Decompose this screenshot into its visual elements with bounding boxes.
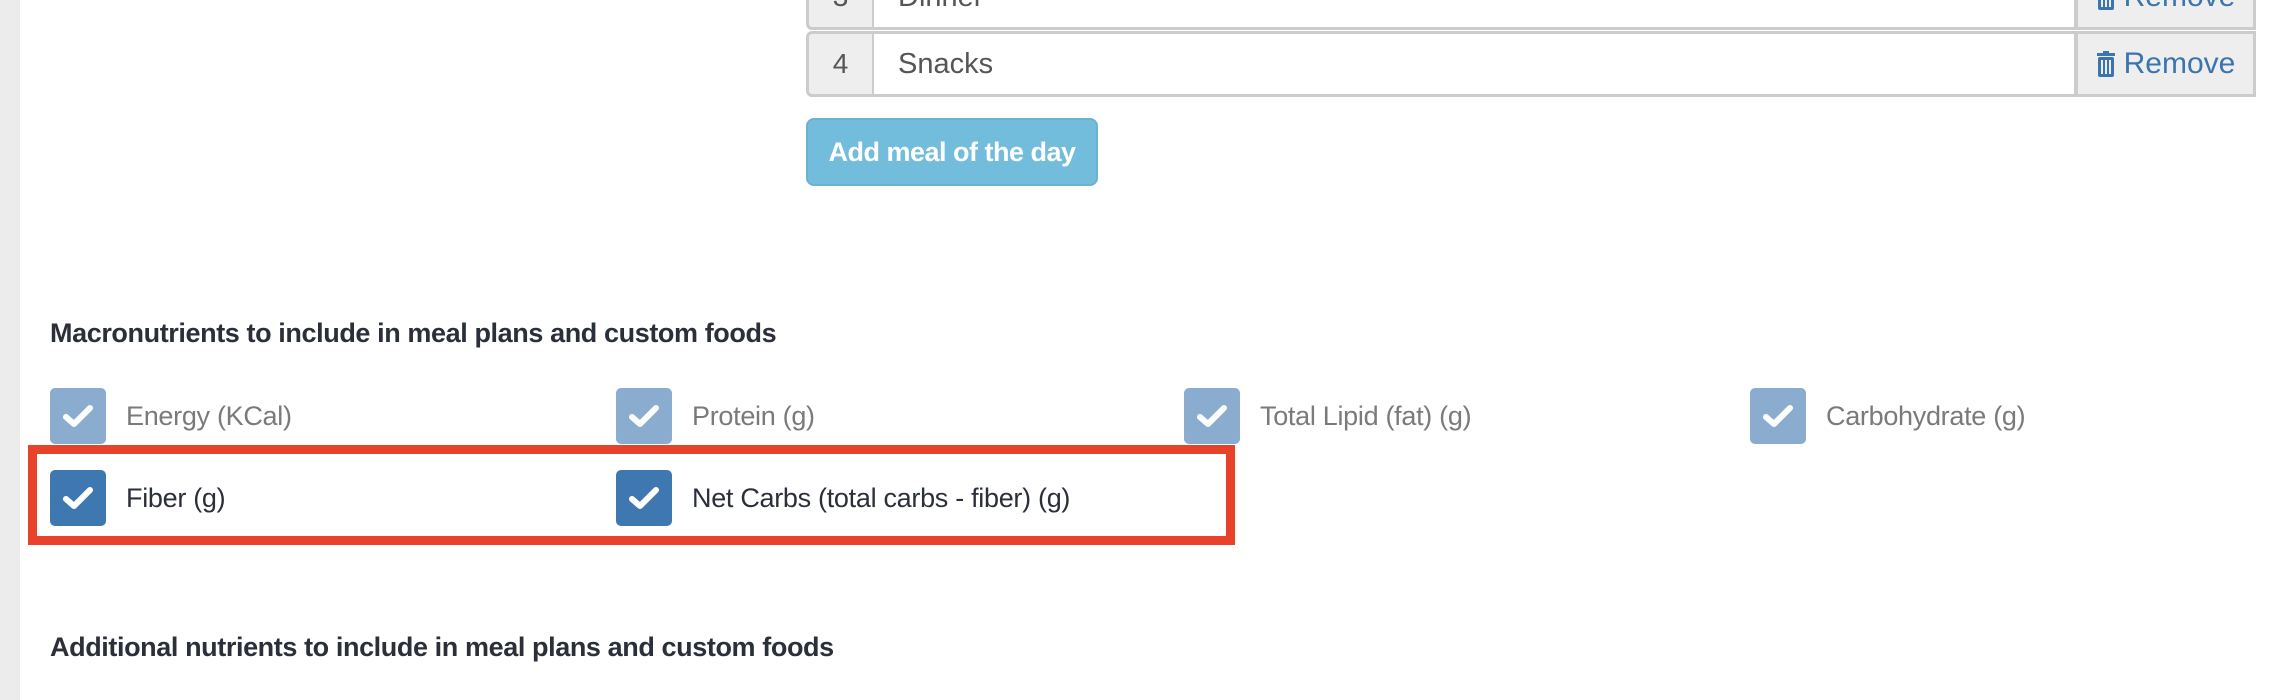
meal-name-input[interactable]: Dinner	[874, 0, 2074, 30]
checkbox-label: Fiber (g)	[126, 482, 226, 513]
checkbox-label: Protein (g)	[692, 400, 815, 431]
remove-label: Remove	[2124, 0, 2236, 14]
remove-meal-button[interactable]: Remove	[2074, 0, 2256, 30]
meal-row: 4 Snacks Remove	[806, 31, 2256, 97]
meal-row: 3 Dinner Remove	[806, 0, 2256, 30]
checkmark-icon	[50, 470, 106, 526]
checkmark-icon	[1750, 388, 1806, 444]
checkbox-protein[interactable]: Protein (g)	[616, 388, 815, 444]
checkbox-label: Net Carbs (total carbs - fiber) (g)	[692, 482, 1071, 513]
checkbox-total-lipid[interactable]: Total Lipid (fat) (g)	[1184, 388, 1472, 444]
left-sidebar-edge	[0, 0, 20, 700]
macronutrients-heading: Macronutrients to include in meal plans …	[50, 318, 777, 348]
checkbox-label: Carbohydrate (g)	[1826, 400, 2026, 431]
checkbox-energy[interactable]: Energy (KCal)	[50, 388, 292, 444]
trash-icon	[2096, 51, 2116, 77]
meal-name-input[interactable]: Snacks	[874, 31, 2074, 97]
checkbox-label: Total Lipid (fat) (g)	[1260, 400, 1472, 431]
checkmark-icon	[616, 470, 672, 526]
checkmark-icon	[616, 388, 672, 444]
checkbox-net-carbs[interactable]: Net Carbs (total carbs - fiber) (g)	[616, 470, 1070, 526]
checkbox-carbohydrate[interactable]: Carbohydrate (g)	[1750, 388, 2026, 444]
remove-label: Remove	[2123, 47, 2236, 80]
additional-nutrients-heading: Additional nutrients to include in meal …	[50, 632, 834, 662]
checkmark-icon	[50, 388, 106, 444]
meal-number: 4	[806, 31, 874, 97]
trash-icon	[2096, 0, 2116, 10]
checkmark-icon	[1184, 388, 1240, 444]
checkbox-label: Energy (KCal)	[126, 400, 292, 431]
checkbox-fiber[interactable]: Fiber (g)	[50, 470, 226, 526]
remove-meal-button[interactable]: Remove	[2074, 31, 2256, 97]
add-meal-button[interactable]: Add meal of the day	[806, 118, 1098, 186]
meal-number: 3	[806, 0, 874, 30]
